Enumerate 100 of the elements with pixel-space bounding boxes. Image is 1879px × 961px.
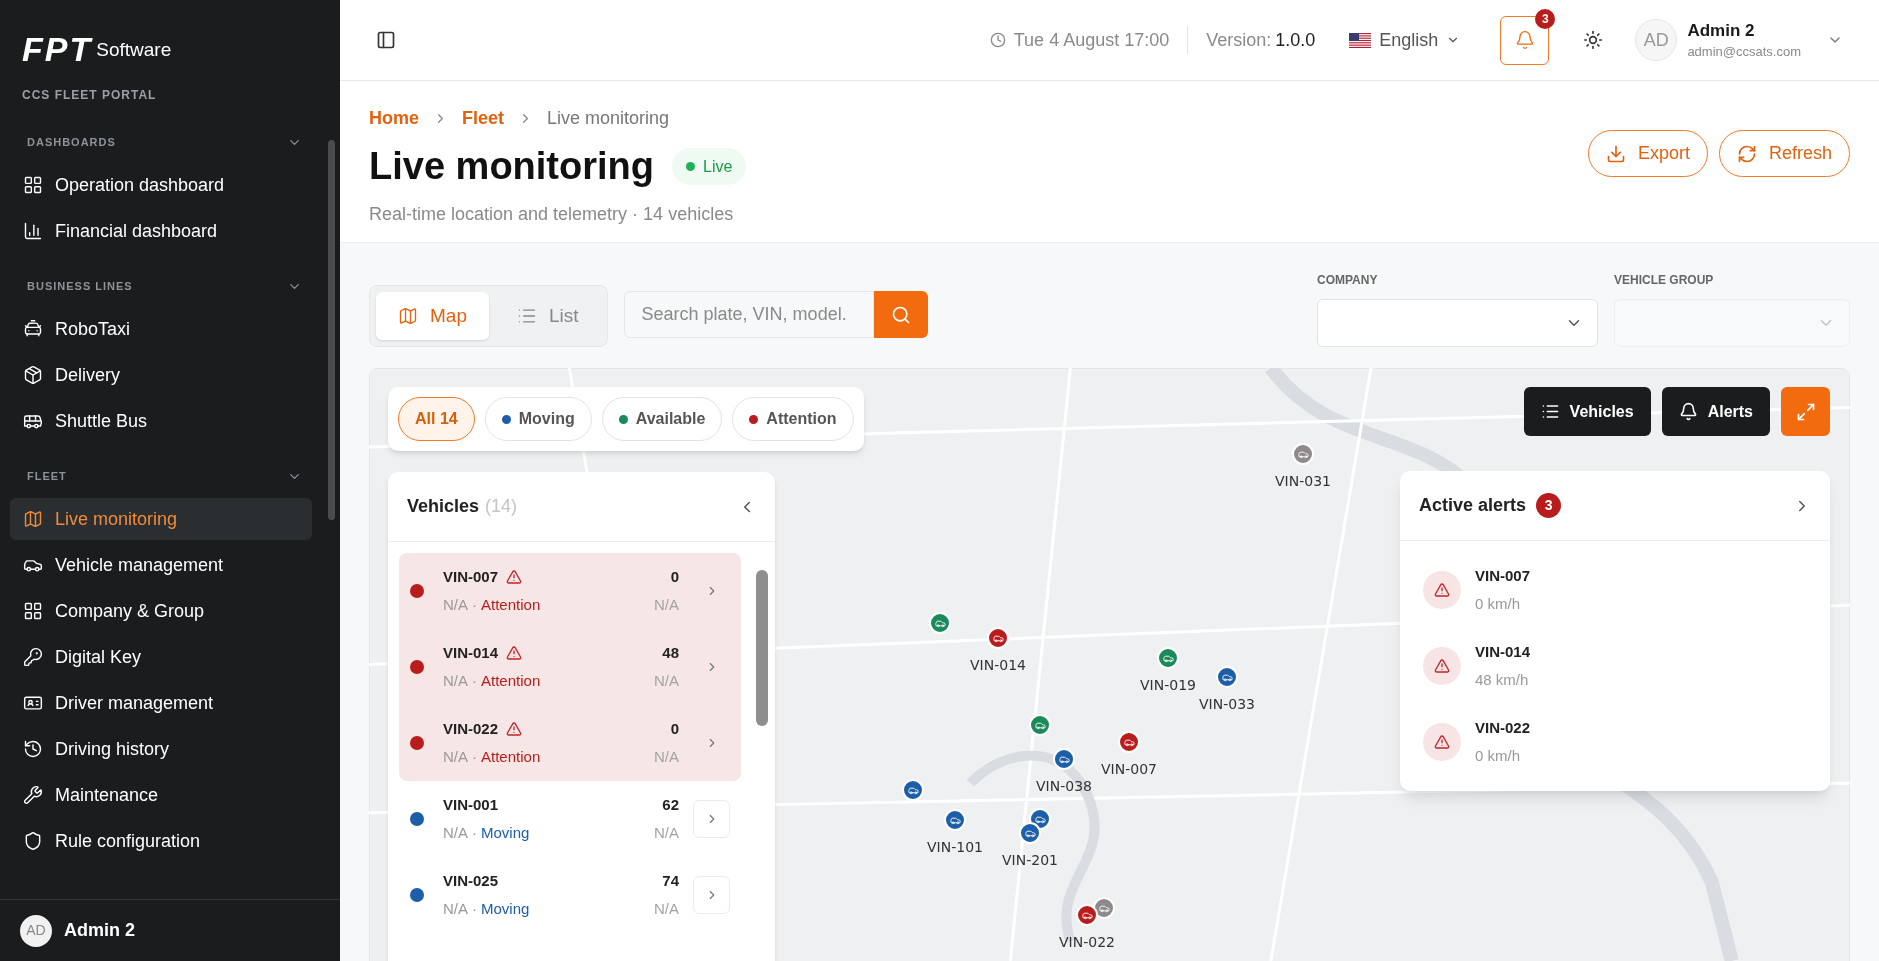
map-toggle-button[interactable]: Vehicles xyxy=(1523,387,1651,436)
nav-item[interactable]: Rule configuration xyxy=(10,820,312,862)
vehicle-detail: N/A xyxy=(654,594,679,615)
view-tab[interactable]: Map xyxy=(376,292,489,340)
bar-chart-icon xyxy=(23,221,43,241)
separator-dot: · xyxy=(472,822,477,843)
nav-item[interactable]: Driver management xyxy=(10,682,312,724)
logo-text: Software xyxy=(96,37,172,62)
vehicle-detail: N/A xyxy=(654,746,679,767)
alert-item[interactable]: VIN-022 0 km/h xyxy=(1400,704,1830,780)
alert-speed: 0 km/h xyxy=(1475,745,1521,766)
bell-icon xyxy=(1678,402,1698,421)
action-button[interactable]: Refresh xyxy=(1718,130,1850,177)
vehicle-row[interactable]: VIN-022 N/A · Attention 0 N/A xyxy=(399,705,741,781)
portal-name: CCS FLEET PORTAL xyxy=(21,87,158,104)
search-icon xyxy=(890,304,911,325)
box-icon xyxy=(23,365,43,385)
nav-item[interactable]: Financial dashboard xyxy=(10,210,312,252)
expand-arrows-icon xyxy=(1795,401,1816,422)
logo-mark: FPT xyxy=(22,32,93,66)
nav-item[interactable]: Maintenance xyxy=(10,774,312,816)
action-button[interactable]: Export xyxy=(1587,130,1708,177)
language-select[interactable]: English xyxy=(1349,26,1461,54)
vehicle-row[interactable]: VIN-007 N/A · Attention 0 N/A xyxy=(399,553,741,629)
status-filter-chip[interactable]: All 14 xyxy=(398,397,475,441)
user-name: Admin 2 xyxy=(1687,19,1756,41)
marker-label: VIN-019 xyxy=(1140,676,1196,695)
breadcrumb-link[interactable]: Home xyxy=(369,105,419,132)
user-avatar: AD xyxy=(20,914,52,947)
download-icon xyxy=(1605,143,1626,164)
separator-dot: · xyxy=(472,746,477,767)
status-filter-chip[interactable]: Available xyxy=(601,397,723,441)
breadcrumb-current: Live monitoring xyxy=(547,107,670,130)
marker-label: VIN-014 xyxy=(970,656,1026,675)
alert-vehicle: VIN-022 xyxy=(1475,718,1531,738)
grid-icon xyxy=(23,175,43,195)
vehicle-speed: 48 xyxy=(662,643,679,663)
map-icon xyxy=(398,306,418,326)
nav-item[interactable]: Digital Key xyxy=(10,636,312,678)
status-filter-chip[interactable]: Moving xyxy=(484,397,592,441)
vehicle-status: Moving xyxy=(481,822,530,843)
search-button[interactable] xyxy=(873,291,928,338)
nav-item[interactable]: Company & Group xyxy=(10,590,312,632)
section-header[interactable]: FLEET xyxy=(0,460,312,492)
vehicle-speed: 62 xyxy=(662,795,679,815)
marker-label: VIN-101 xyxy=(927,838,983,857)
panel-title: Active alerts xyxy=(1419,494,1527,517)
user-avatar: AD xyxy=(1635,19,1678,61)
vehicle-location: N/A xyxy=(443,746,468,767)
vehicle-status: Attention xyxy=(481,594,541,615)
alert-vehicle: VIN-007 xyxy=(1475,566,1531,586)
alert-speed: 48 km/h xyxy=(1475,669,1530,690)
version-number: 1.0.0 xyxy=(1275,28,1316,52)
taxi-icon xyxy=(23,319,43,339)
alert-item[interactable]: VIN-007 0 km/h xyxy=(1400,552,1830,628)
marker-label: VIN-007 xyxy=(1101,760,1157,779)
map-icon xyxy=(23,509,43,529)
nav-item[interactable]: Shuttle Bus xyxy=(10,400,312,442)
date-time: Tue 4 August 17:00 xyxy=(1013,28,1170,52)
vehicle-status: Moving xyxy=(481,898,530,919)
nav-item[interactable]: Live monitoring xyxy=(10,498,312,540)
vehicle-detail: N/A xyxy=(654,670,679,691)
alert-item[interactable]: VIN-014 48 km/h xyxy=(1400,628,1830,704)
marker-label: VIN-022 xyxy=(1059,933,1115,952)
warning-icon xyxy=(506,569,523,586)
search-field[interactable]: Search plate, VIN, model. xyxy=(623,291,874,338)
alert-vehicle: VIN-014 xyxy=(1475,642,1531,662)
vehicle-detail: N/A xyxy=(654,822,679,843)
vehicle-speed: 74 xyxy=(662,871,679,891)
nav-item[interactable]: RoboTaxi xyxy=(10,308,312,350)
nav-item[interactable]: Operation dashboard xyxy=(10,164,312,206)
theme-toggle-icon[interactable] xyxy=(1583,30,1604,50)
nav-item[interactable]: Driving history xyxy=(10,728,312,770)
vehicle-name: VIN-001 xyxy=(443,795,499,815)
refresh-icon xyxy=(1736,143,1757,164)
nav-item[interactable]: Vehicle management xyxy=(10,544,312,586)
sidebar-toggle-icon[interactable] xyxy=(376,30,396,50)
section-header[interactable]: DASHBOARDS xyxy=(0,126,312,158)
grid-icon xyxy=(23,601,43,621)
fullscreen-button[interactable] xyxy=(1781,387,1830,436)
alert-speed: 0 km/h xyxy=(1475,593,1521,614)
vehicle-name: VIN-025 xyxy=(443,871,499,891)
filter-label: COMPANY xyxy=(1317,272,1379,289)
vehicle-speed: 0 xyxy=(670,719,679,739)
marker-label: VIN-201 xyxy=(1002,851,1058,870)
vehicle-location: N/A xyxy=(443,822,468,843)
warning-icon xyxy=(1434,734,1450,750)
vehicle-row[interactable]: VIN-014 N/A · Attention 48 N/A xyxy=(399,629,741,705)
vehicle-location: N/A xyxy=(443,670,468,691)
warning-icon xyxy=(1434,658,1450,674)
vehicle-name: VIN-022 xyxy=(443,719,499,739)
separator-dot: · xyxy=(472,898,477,919)
vehicle-status: Attention xyxy=(481,746,541,767)
status-filter-chip[interactable]: Attention xyxy=(732,397,854,441)
filter-label: VEHICLE GROUP xyxy=(1614,272,1715,289)
section-header[interactable]: BUSINESS LINES xyxy=(0,270,312,302)
breadcrumb-link[interactable]: Fleet xyxy=(462,105,505,132)
nav-item[interactable]: Delivery xyxy=(10,354,312,396)
shield-icon xyxy=(23,831,43,851)
map-toggle-button[interactable]: Alerts xyxy=(1661,387,1770,436)
